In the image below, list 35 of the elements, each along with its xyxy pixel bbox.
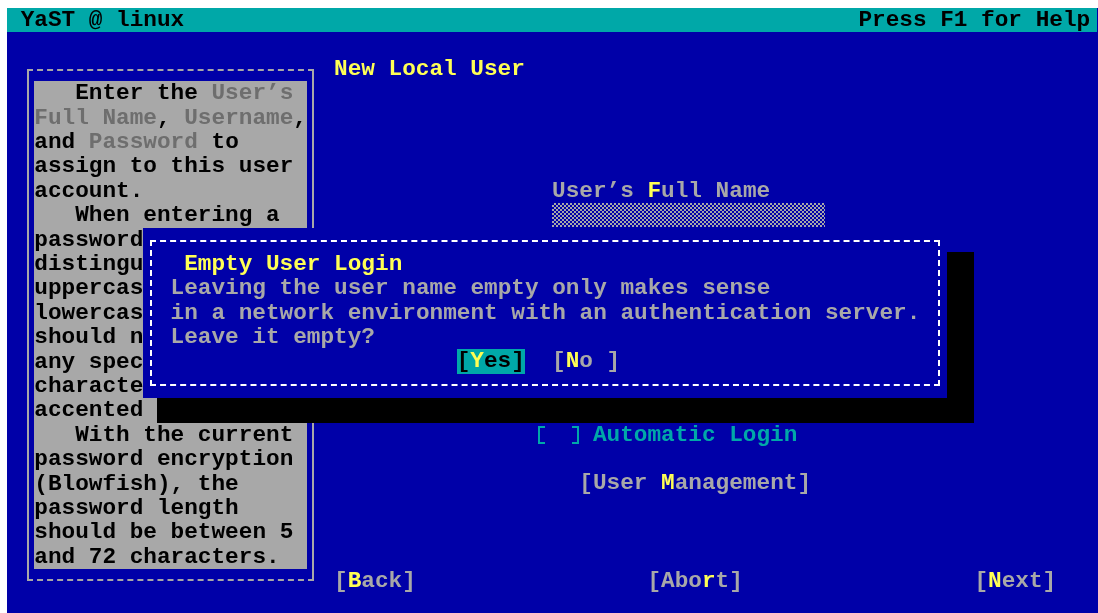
page-title: New Local User: [334, 56, 525, 82]
help-text-line: any spec: [34, 349, 144, 375]
help-text-line: Full Name, Username,: [34, 105, 307, 130]
abort-button[interactable]: [Abort]: [647, 569, 743, 594]
help-text-line: When entering a: [74, 203, 280, 228]
help-text-line: password length: [34, 496, 239, 521]
checkbox[interactable]: [538, 426, 580, 443]
no-button[interactable]: [No ]: [552, 349, 621, 374]
dialog-message: Leaving the user name empty only makes sense in a network environment with an authentication server. Leave it empty?: [170, 276, 922, 350]
help-text-line: should n: [34, 325, 144, 350]
help-text-line: account.: [34, 178, 144, 204]
help-text-line: (Blowfish), the: [34, 471, 239, 497]
help-hint: Press F1 for Help: [858, 8, 1091, 33]
next-button[interactable]: [Next]: [974, 569, 1057, 594]
help-text-line: password: [34, 227, 144, 252]
help-text-line: and Password to: [34, 130, 239, 155]
help-text-line: assign to this user: [34, 154, 294, 179]
checkbox-label: Automatic Login: [592, 422, 798, 448]
help-text-line: Enter the User’s: [74, 81, 294, 106]
back-button[interactable]: [Back]: [334, 569, 416, 594]
dialog-title: Empty User Login: [184, 251, 403, 277]
help-text-line: should be between 5: [34, 520, 294, 545]
help-text-line: and 72 characters.: [34, 544, 280, 570]
help-text-line: accented: [34, 398, 144, 423]
user-management-button[interactable]: [User Management]: [579, 471, 812, 496]
help-text-line: characte: [34, 374, 144, 399]
help-text-line: uppercas: [34, 276, 144, 301]
field-label: User’s Full Name: [552, 178, 770, 204]
help-text-line: lowercas: [34, 300, 144, 326]
help-text-line: password encryption: [34, 447, 294, 472]
help-text-line: distingu: [34, 252, 144, 277]
input-field[interactable]: [552, 203, 825, 228]
yes-button[interactable]: [Yes]: [456, 349, 525, 374]
window-title: YaST @ linux: [20, 8, 185, 33]
help-text-line: With the current: [74, 422, 294, 448]
